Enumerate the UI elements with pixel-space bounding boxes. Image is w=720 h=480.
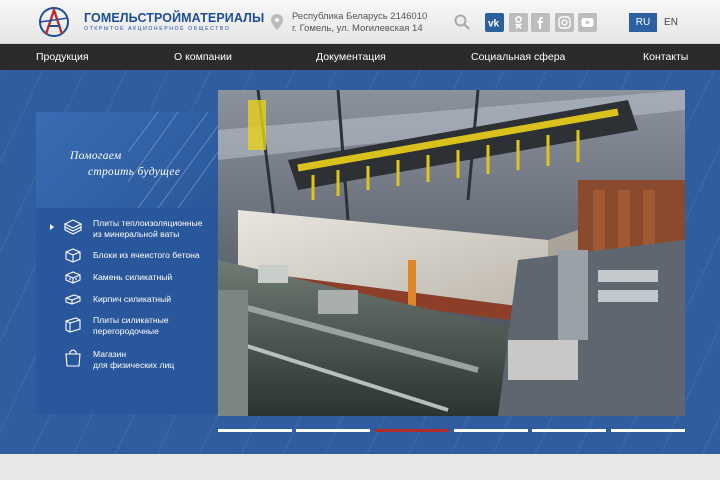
block-icon bbox=[65, 248, 81, 263]
slider-pagination bbox=[218, 429, 685, 433]
vk-icon[interactable]: vk bbox=[485, 13, 504, 32]
product-label-line-2: из минеральной ваты bbox=[93, 228, 180, 239]
product-item-silicate-stone[interactable]: Камень силикатный bbox=[36, 266, 218, 288]
address-line-1: Республика Беларусь 2146010 bbox=[292, 11, 428, 22]
site-header: ГОМЕЛЬСТРОЙМАТЕРИАЛЫ ОТКРЫТОЕ АКЦИОНЕРНО… bbox=[0, 0, 720, 44]
search-icon[interactable] bbox=[454, 14, 470, 30]
slogan-line-2: строить будущее bbox=[88, 166, 181, 178]
product-label: Плиты теплоизоляционные из минеральной в… bbox=[93, 218, 203, 239]
product-label-line-2: для физических лиц bbox=[93, 359, 175, 370]
slider-dot-5[interactable] bbox=[532, 429, 606, 432]
instagram-icon[interactable] bbox=[555, 13, 574, 32]
product-label-line-1: Плиты силикатные bbox=[93, 315, 169, 325]
lang-ru-button[interactable]: RU bbox=[629, 13, 657, 32]
hero-section: Помогаем строить будущее Плиты теплоизол… bbox=[0, 70, 720, 454]
slider-dot-3[interactable] bbox=[375, 429, 449, 432]
product-item-silicate-brick[interactable]: Кирпич силикатный bbox=[36, 288, 218, 310]
product-item-aerated-blocks[interactable]: Блоки из ячеистого бетона bbox=[36, 244, 218, 266]
product-label: Плиты силикатные перегородочные bbox=[93, 315, 169, 336]
panel-icon bbox=[65, 317, 81, 333]
location-pin-icon bbox=[271, 14, 283, 30]
product-label-line-1: Магазин bbox=[93, 349, 127, 359]
product-label: Блоки из ячеистого бетона bbox=[93, 250, 200, 260]
brick-stone-icon bbox=[65, 271, 81, 284]
product-label-line-2: перегородочные bbox=[93, 325, 159, 336]
slogan-text: Помогаем строить будущее bbox=[70, 148, 220, 180]
nav-item-social[interactable]: Социальная сфера bbox=[471, 44, 565, 70]
slider-dot-6[interactable] bbox=[611, 429, 685, 432]
product-menu: Плиты теплоизоляционные из минеральной в… bbox=[36, 208, 218, 414]
brand[interactable]: ГОМЕЛЬСТРОЙМАТЕРИАЛЫ ОТКРЫТОЕ АКЦИОНЕРНО… bbox=[84, 11, 264, 33]
product-label: Камень силикатный bbox=[93, 272, 173, 282]
slogan-line-1: Помогаем bbox=[70, 150, 122, 162]
product-item-shop[interactable]: Магазин для физических лиц bbox=[36, 344, 218, 372]
address-line-2: г. Гомель, ул. Могилевская 14 bbox=[292, 23, 423, 34]
address: Республика Беларусь 2146010 г. Гомель, у… bbox=[292, 11, 427, 35]
product-item-mineral-wool[interactable]: Плиты теплоизоляционные из минеральной в… bbox=[36, 214, 218, 244]
product-item-silicate-panels[interactable]: Плиты силикатные перегородочные bbox=[36, 312, 218, 340]
nav-item-documentation[interactable]: Документация bbox=[316, 44, 386, 70]
slider-dot-4[interactable] bbox=[454, 429, 528, 432]
nav-item-about[interactable]: О компании bbox=[174, 44, 232, 70]
product-label: Магазин для физических лиц bbox=[93, 349, 174, 370]
nav-item-contacts[interactable]: Контакты bbox=[643, 44, 688, 70]
facebook-icon[interactable] bbox=[531, 13, 550, 32]
product-label-line-1: Плиты теплоизоляционные bbox=[93, 218, 203, 228]
slider-dot-2[interactable] bbox=[296, 429, 370, 432]
nav-item-products[interactable]: Продукция bbox=[36, 44, 89, 70]
slider-dot-1[interactable] bbox=[218, 429, 292, 432]
brand-subtitle: ОТКРЫТОЕ АКЦИОНЕРНОЕ ОБЩЕСТВО bbox=[84, 26, 231, 32]
stacked-slabs-icon bbox=[64, 219, 82, 235]
factory-photo bbox=[218, 90, 685, 416]
youtube-icon[interactable] bbox=[578, 13, 597, 32]
shop-bag-icon bbox=[65, 349, 81, 367]
footer-strip bbox=[0, 454, 720, 480]
brand-name: ГОМЕЛЬСТРОЙМАТЕРИАЛЫ bbox=[84, 11, 265, 25]
main-nav: Продукция О компании Документация Социал… bbox=[0, 44, 720, 70]
svg-text:vk: vk bbox=[488, 19, 500, 30]
brick-icon bbox=[65, 294, 81, 305]
company-logo-icon[interactable] bbox=[36, 6, 72, 38]
lang-en-button[interactable]: EN bbox=[660, 13, 682, 32]
product-label: Кирпич силикатный bbox=[93, 294, 172, 304]
slogan-panel: Помогаем строить будущее bbox=[36, 112, 218, 208]
active-arrow-icon bbox=[50, 224, 54, 230]
odnoklassniki-icon[interactable] bbox=[509, 13, 528, 32]
